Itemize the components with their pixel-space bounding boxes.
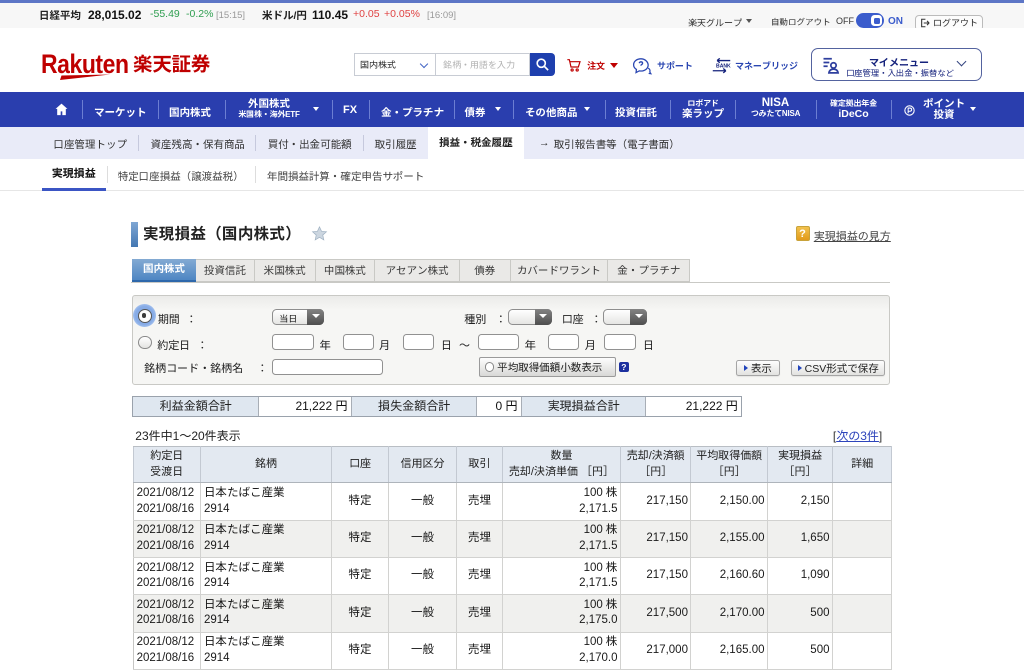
svg-text:BANK: BANK: [716, 63, 731, 69]
